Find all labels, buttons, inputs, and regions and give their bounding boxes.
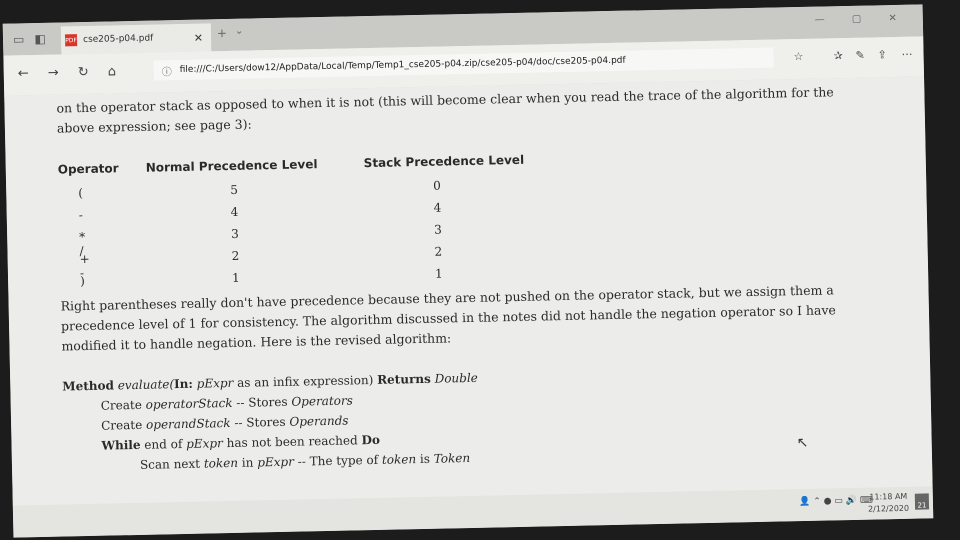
back-tabs-icon[interactable]: ◧ — [34, 32, 46, 46]
algo-sep: -- — [234, 415, 243, 430]
cell-stack: 1 — [434, 266, 443, 281]
cell-stack: 2 — [434, 244, 443, 259]
header-operator: Operator — [57, 161, 119, 177]
algo-text: Scan next — [139, 456, 201, 472]
home-icon[interactable]: ⌂ — [108, 64, 117, 79]
method-name: evaluate( — [117, 377, 175, 393]
tab-active[interactable]: PDF cse205-p04.pdf ✕ — [60, 23, 212, 55]
clock-time: 11:18 AM — [869, 491, 908, 502]
cell-stack: 3 — [433, 222, 442, 237]
algorithm-block: Method evaluate(In: pExpr as an infix ex… — [62, 368, 480, 477]
forward-icon[interactable]: → — [48, 66, 59, 81]
algo-var: operandStack — [145, 416, 231, 432]
algo-var: operatorStack — [145, 395, 233, 412]
algo-var: token — [203, 455, 239, 471]
mouse-cursor-icon: ↖ — [796, 434, 809, 452]
clock-date: 2/12/2020 — [867, 503, 910, 514]
algo-text: is — [419, 451, 431, 467]
notification-count: 21 — [917, 501, 927, 510]
keyword-in: In: — [173, 376, 194, 392]
algo-type: Token — [433, 450, 471, 466]
cell-operator: - — [78, 208, 83, 223]
header-normal: Normal Precedence Level — [145, 157, 318, 175]
favorites-icon[interactable]: ✰ — [833, 49, 842, 62]
clock[interactable]: 11:18 AM 2/12/2020 — [868, 491, 910, 516]
algo-var: pExpr — [257, 454, 295, 470]
algo-text: Stores — [248, 394, 288, 410]
url-field[interactable]: ⓘ file:///C:/Users/dow12/AppData/Local/T… — [153, 47, 774, 81]
keyword-do: Do — [361, 432, 381, 448]
cell-normal: 1 — [231, 270, 240, 285]
system-tray[interactable]: 👤 ⌃ ● ▭ 🔊 ⌨ — [799, 496, 873, 508]
algo-var: token — [381, 452, 417, 467]
more-icon[interactable]: ⋯ — [901, 48, 912, 61]
keyword-method: Method — [62, 378, 115, 394]
refresh-icon[interactable]: ↻ — [78, 65, 89, 80]
param-desc: as an infix expression) — [237, 373, 374, 390]
tab-title: cse205-p04.pdf — [82, 33, 154, 46]
algo-type: Operands — [289, 413, 349, 429]
url-text: file:///C:/Users/dow12/AppData/Local/Tem… — [179, 55, 626, 75]
cell-operator: ( — [78, 186, 84, 201]
back-icon[interactable]: ← — [18, 66, 29, 81]
cell-operator: ) — [79, 274, 85, 289]
algo-var: pExpr — [186, 436, 223, 451]
pdf-icon: PDF — [64, 34, 78, 47]
cell-normal: 4 — [230, 204, 239, 219]
algo-text: Create — [100, 397, 142, 413]
algo-text: end of — [144, 437, 183, 452]
algo-text: Create — [101, 417, 143, 433]
algo-sep: -- — [236, 395, 245, 410]
new-tab-icon[interactable]: + — [217, 26, 227, 40]
algo-type: Operators — [291, 393, 353, 409]
pen-icon[interactable]: ✎ — [855, 49, 864, 62]
cell-normal: 3 — [231, 226, 239, 241]
cell-stack: 4 — [433, 200, 442, 215]
algo-text: in — [241, 455, 254, 470]
cell-normal: 5 — [230, 182, 239, 197]
window-controls[interactable]: — ▢ ✕ — [815, 13, 909, 26]
algo-sep: -- — [297, 454, 306, 469]
notification-icon[interactable]: 21 — [914, 493, 930, 510]
algo-text: has not been reached — [226, 433, 358, 451]
algo-text: The type of — [309, 452, 379, 469]
param-name: pExpr — [196, 375, 234, 391]
cell-stack: 0 — [433, 178, 441, 193]
keyword-returns: Returns — [376, 371, 431, 387]
header-stack: Stack Precedence Level — [363, 152, 525, 171]
laptop-screen: ▭ ◧ PDF cse205-p04.pdf ✕ + ⌄ — ▢ ✕ ← → ↻… — [2, 4, 934, 538]
share-icon[interactable]: ⇪ — [877, 48, 886, 61]
return-type: Double — [434, 370, 478, 386]
tab-manager-icon[interactable]: ▭ — [13, 32, 25, 46]
keyword-while: While — [101, 437, 141, 453]
close-tab-icon[interactable]: ✕ — [194, 31, 203, 44]
chevron-down-icon[interactable]: ⌄ — [235, 26, 244, 37]
info-icon: ⓘ — [161, 66, 172, 78]
paragraph-explanation: Right parentheses really don't have prec… — [60, 282, 837, 354]
favorite-star-icon[interactable]: ☆ — [793, 50, 803, 63]
algo-text: Stores — [246, 414, 286, 430]
cell-normal: 2 — [231, 248, 240, 263]
pdf-document: on the operator stack as opposed to when… — [4, 76, 933, 506]
